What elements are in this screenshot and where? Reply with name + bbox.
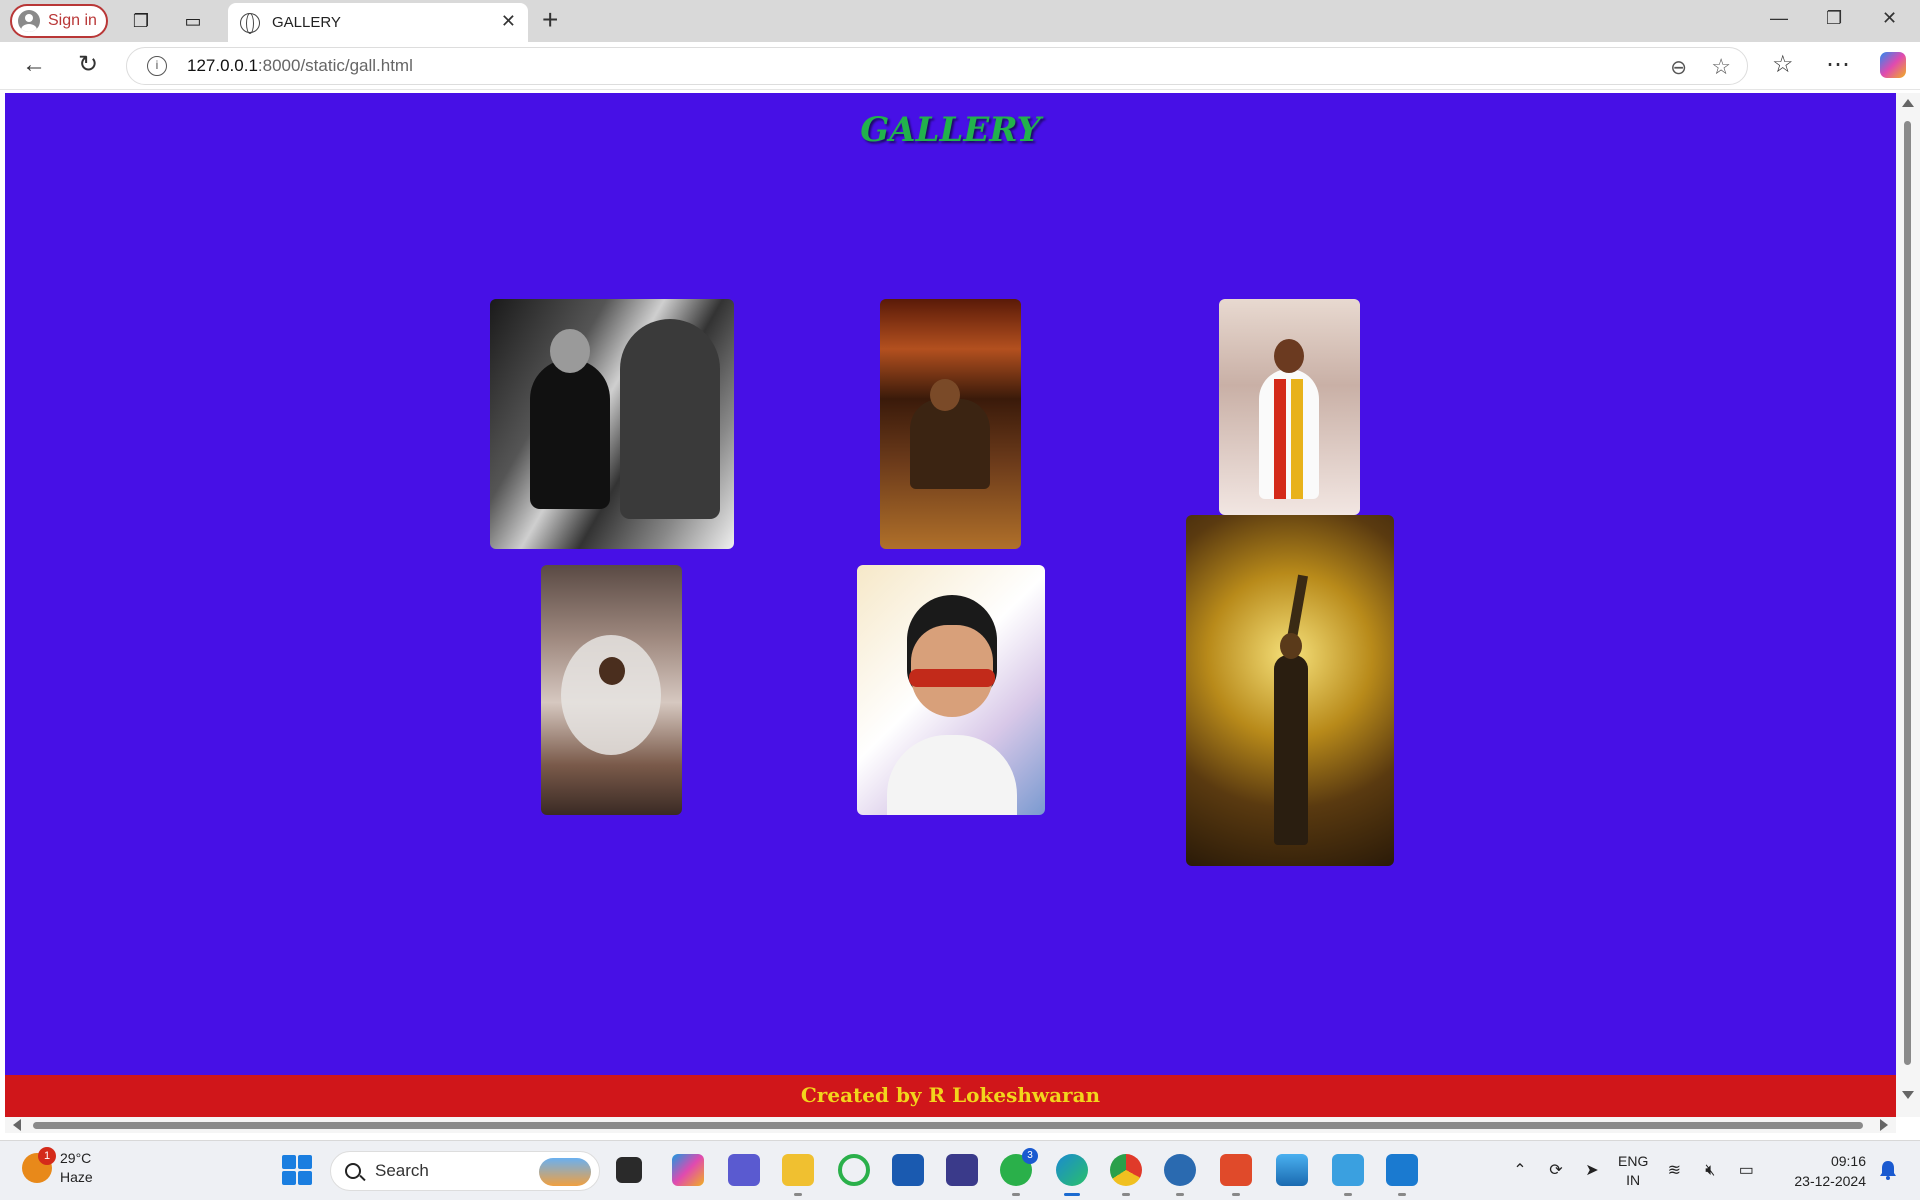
horizontal-scrollbar[interactable]	[5, 1117, 1896, 1133]
zoom-out-icon[interactable]: ⊖	[1670, 55, 1687, 80]
browser-tab-bar: Sign in ❐ ▭ GALLERY ✕ + — ❐ ✕	[0, 0, 1920, 42]
globe-app-indicator	[1176, 1193, 1184, 1196]
address-bar[interactable]: i 127.0.0.1:8000/static/gall.html ⊖ ☆	[126, 47, 1748, 85]
search-highlight-image	[539, 1158, 591, 1186]
more-options-icon[interactable]: ⋯	[1826, 52, 1850, 78]
triangle-app-icon[interactable]	[946, 1154, 978, 1186]
region-code: IN	[1626, 1172, 1641, 1188]
vscode-indicator	[1398, 1193, 1406, 1196]
task-view-icon[interactable]	[616, 1157, 642, 1183]
refresh-icon[interactable]: ↻	[78, 52, 98, 78]
search-icon	[345, 1163, 361, 1179]
battery-icon[interactable]: ▭	[1736, 1161, 1756, 1181]
gallery-page: GALLERY Created by R Lokeshwaran	[5, 93, 1896, 1117]
language-code: ENG	[1618, 1153, 1649, 1169]
weather-widget[interactable]: 1 29°C Haze	[22, 1147, 93, 1187]
copilot-icon[interactable]	[1880, 52, 1906, 78]
mute-icon[interactable]: 🔇︎	[1700, 1161, 1720, 1181]
vertical-scrollbar[interactable]	[1896, 93, 1920, 1117]
system-tray: ⌃ ⟳ ➤ ENG IN ≋ 🔇︎ ▭	[1510, 1149, 1756, 1193]
notepad-icon[interactable]	[1332, 1154, 1364, 1186]
weather-temperature: 29°C	[60, 1150, 92, 1166]
photo-1	[490, 299, 734, 549]
photo-3	[1219, 299, 1360, 515]
close-window-icon[interactable]: ✕	[1882, 8, 1897, 29]
url-host: 127.0.0.1	[187, 56, 258, 75]
favorites-icon[interactable]: ☆	[1772, 52, 1794, 78]
tab-actions-icon[interactable]: ▭	[182, 10, 204, 32]
globe-app-icon[interactable]	[1164, 1154, 1196, 1186]
search-label: Search	[375, 1161, 429, 1180]
edge-indicator	[1064, 1193, 1080, 1196]
clock-date: 23-12-2024	[1794, 1173, 1866, 1189]
chevron-up-icon[interactable]: ⌃	[1510, 1161, 1530, 1181]
tab-title: GALLERY	[272, 14, 341, 31]
profile-avatar-icon	[18, 10, 40, 32]
workspaces-icon[interactable]: ❐	[130, 10, 152, 32]
edge-icon[interactable]	[1056, 1154, 1088, 1186]
circle-app-icon[interactable]	[838, 1154, 870, 1186]
minimize-icon[interactable]: —	[1770, 8, 1788, 29]
weather-badge: 1	[38, 1147, 56, 1165]
windows-start-icon[interactable]	[282, 1155, 312, 1185]
file-explorer-indicator	[794, 1193, 802, 1196]
page-title: GALLERY	[860, 110, 1041, 150]
vscode-icon[interactable]	[1386, 1154, 1418, 1186]
taskbar-search[interactable]: Search	[330, 1151, 600, 1191]
sync-icon[interactable]: ⟳	[1546, 1161, 1566, 1181]
weather-sun-icon: 1	[22, 1147, 56, 1183]
file-explorer-icon[interactable]	[782, 1154, 814, 1186]
windows-taskbar: 1 29°C Haze Search ⌃ ⟳ ➤ ENG IN ≋	[0, 1140, 1920, 1200]
chrome-icon[interactable]	[1110, 1154, 1142, 1186]
tab-gallery[interactable]: GALLERY ✕	[228, 3, 528, 42]
photo-2	[880, 299, 1021, 549]
scroll-up-icon[interactable]	[1902, 99, 1914, 107]
vertical-scroll-thumb[interactable]	[1904, 121, 1911, 1065]
photos-icon[interactable]	[1276, 1154, 1308, 1186]
location-icon[interactable]: ➤	[1582, 1161, 1602, 1181]
scroll-down-icon[interactable]	[1902, 1091, 1914, 1099]
photo-4	[541, 565, 682, 815]
sign-in-button[interactable]: Sign in	[10, 4, 108, 38]
close-tab-icon[interactable]: ✕	[501, 11, 516, 32]
globe-icon	[240, 12, 260, 34]
browser-nav-bar: ← ↻ i 127.0.0.1:8000/static/gall.html ⊖ …	[0, 42, 1920, 90]
clock-time: 09:16	[1830, 1153, 1866, 1169]
weather-condition: Haze	[60, 1169, 93, 1185]
scroll-right-icon[interactable]	[1880, 1119, 1888, 1131]
restore-icon[interactable]: ❐	[1826, 8, 1842, 29]
wps-indicator	[1232, 1193, 1240, 1196]
notepad-indicator	[1344, 1193, 1352, 1196]
notification-bell-icon[interactable]	[1878, 1159, 1898, 1181]
store-icon[interactable]	[892, 1154, 924, 1186]
scroll-left-icon[interactable]	[13, 1119, 21, 1131]
photo-6	[1186, 515, 1394, 866]
back-arrow-icon[interactable]: ←	[22, 52, 46, 78]
photo-5	[857, 565, 1045, 815]
copilot-app-icon[interactable]	[672, 1154, 704, 1186]
url-path: :8000/static/gall.html	[257, 56, 413, 75]
whatsapp-icon[interactable]	[1000, 1148, 1038, 1186]
language-indicator[interactable]: ENG IN	[1618, 1152, 1648, 1190]
whatsapp-indicator	[1012, 1193, 1020, 1196]
site-info-icon[interactable]: i	[147, 56, 167, 76]
clock[interactable]: 09:16 23-12-2024	[1786, 1151, 1866, 1191]
teams-icon[interactable]	[728, 1154, 760, 1186]
page-footer: Created by R Lokeshwaran	[5, 1075, 1896, 1117]
horizontal-scroll-thumb[interactable]	[33, 1122, 1863, 1129]
wifi-icon[interactable]: ≋	[1664, 1161, 1684, 1181]
favorite-star-icon[interactable]: ☆	[1711, 54, 1731, 80]
chrome-indicator	[1122, 1193, 1130, 1196]
sign-in-label: Sign in	[48, 12, 97, 29]
wps-office-icon[interactable]	[1220, 1154, 1252, 1186]
new-tab-icon[interactable]: +	[542, 6, 558, 34]
